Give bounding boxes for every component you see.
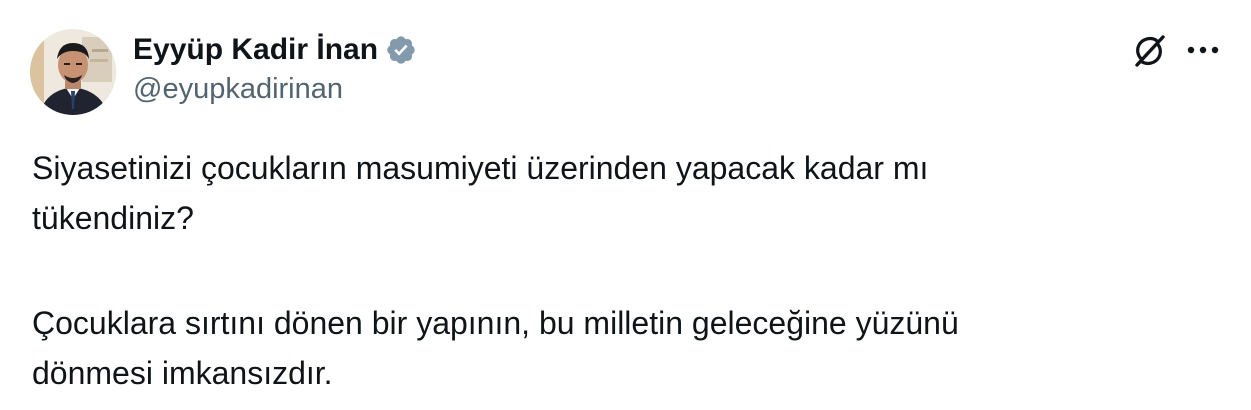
author-display-name[interactable]: Eyyüp Kadir İnan [133,33,378,67]
tweet-text-line: tükendiniz? [32,200,194,236]
tweet-text-line: Çocuklara sırtını dönen bir yapının, bu … [32,305,959,341]
author-handle[interactable]: @eyupkadirinan [133,73,343,106]
grok-icon[interactable] [1130,32,1168,70]
verified-badge-icon[interactable] [385,34,417,66]
avatar[interactable] [30,29,116,115]
tweet-card: Eyyüp Kadir İnan @eyupkadirinan Siyaseti… [0,0,1251,410]
tweet-text-line: Siyasetinizi çocukların masumiyeti üzeri… [32,150,929,186]
tweet-paragraph-1: Siyasetinizi çocukların masumiyeti üzeri… [32,143,1212,243]
tweet-paragraph-2: Çocuklara sırtını dönen bir yapının, bu … [32,298,1212,398]
avatar-image [30,29,116,115]
more-options-icon[interactable] [1185,38,1221,62]
author-name-row: Eyyüp Kadir İnan [133,30,417,70]
tweet-text-line: dönmesi imkansızdır. [32,355,333,391]
